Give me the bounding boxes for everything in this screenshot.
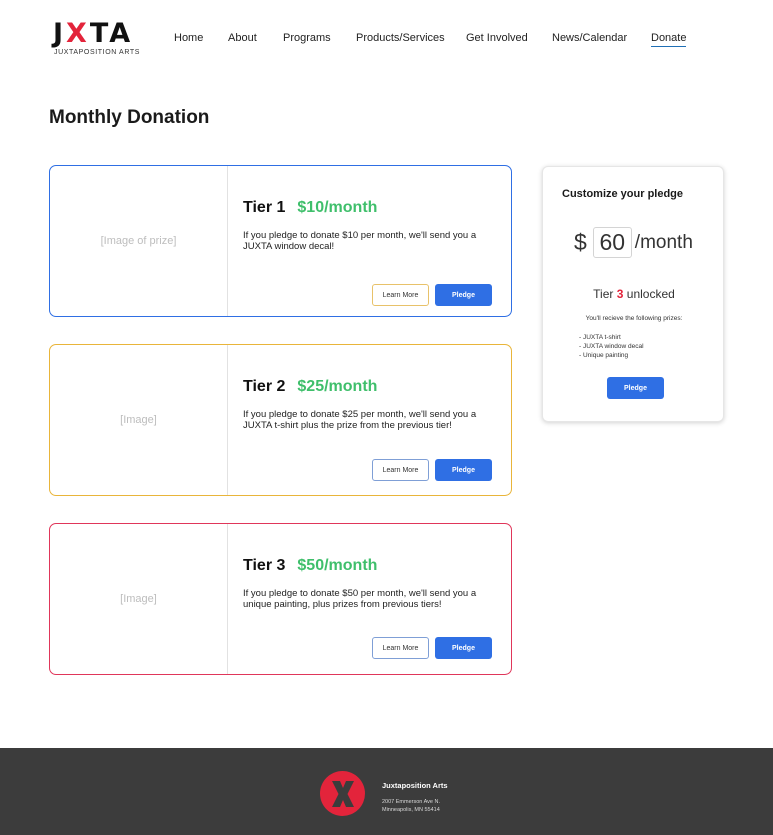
nav-news-calendar[interactable]: News/Calendar — [552, 32, 627, 44]
tier-card-3: [Image] Tier 3 $50/month If you pledge t… — [49, 523, 512, 675]
tier-name: Tier 3 — [243, 557, 286, 574]
tier-price: $25/month — [297, 378, 378, 395]
list-item: - Unique painting — [579, 352, 629, 359]
tier-name: Tier 2 — [243, 378, 286, 395]
site-footer: Juxtaposition Arts 2007 Emmerson Ave N. … — [0, 748, 773, 835]
tier-heading: Tier 3 $50/month — [243, 557, 377, 575]
footer-org-name: Juxtaposition Arts — [382, 781, 448, 790]
learn-more-button[interactable]: Learn More — [372, 637, 429, 659]
unlocked-tier-number: 3 — [616, 287, 624, 301]
tier-heading: Tier 2 $25/month — [243, 378, 377, 396]
customize-pledge-panel: Customize your pledge $ /month Tier 3 un… — [542, 166, 724, 422]
tier-price: $10/month — [297, 199, 378, 216]
pledge-button[interactable]: Pledge — [435, 637, 492, 659]
nav-donate[interactable]: Donate — [651, 32, 687, 47]
tier-description: If you pledge to donate $25 per month, w… — [243, 409, 477, 431]
currency-symbol: $ — [574, 229, 587, 255]
page-title: Monthly Donation — [49, 107, 210, 128]
nav-home[interactable]: Home — [174, 32, 203, 44]
tier-body: Tier 3 $50/month If you pledge to donate… — [228, 524, 511, 674]
nav-about[interactable]: About — [228, 32, 257, 44]
learn-more-button[interactable]: Learn More — [372, 284, 429, 306]
nav-programs[interactable]: Programs — [283, 32, 331, 44]
footer-address-line-1: 2007 Emmerson Ave N. — [382, 799, 440, 805]
learn-more-button[interactable]: Learn More — [372, 459, 429, 481]
nav-products-services[interactable]: Products/Services — [356, 32, 445, 44]
footer-logo[interactable] — [320, 771, 365, 816]
tier-description: If you pledge to donate $10 per month, w… — [243, 230, 477, 252]
tier-image-placeholder: [Image] — [50, 345, 228, 495]
pledge-button[interactable]: Pledge — [435, 284, 492, 306]
pledge-button[interactable]: Pledge — [607, 377, 664, 399]
main-nav: Home About Programs Products/Services Ge… — [0, 32, 773, 52]
tier-card-2: [Image] Tier 2 $25/month If you pledge t… — [49, 344, 512, 496]
tier-card-1: [Image of prize] Tier 1 $10/month If you… — [49, 165, 512, 317]
prize-list: - JUXTA t-shirt - JUXTA window decal - U… — [579, 333, 644, 360]
tier-image-placeholder: [Image of prize] — [50, 166, 228, 316]
tier-description: If you pledge to donate $50 per month, w… — [243, 588, 477, 610]
nav-get-involved[interactable]: Get Involved — [466, 32, 528, 44]
pledge-button[interactable]: Pledge — [435, 459, 492, 481]
prizes-intro: You'll recieve the following prizes: — [585, 315, 683, 322]
tier-price: $50/month — [297, 557, 378, 574]
x-logo-icon — [331, 780, 354, 807]
tier-image-placeholder: [Image] — [50, 524, 228, 674]
customize-title: Customize your pledge — [562, 188, 684, 200]
list-item: - JUXTA t-shirt — [579, 334, 621, 341]
tier-name: Tier 1 — [243, 199, 286, 216]
tier-heading: Tier 1 $10/month — [243, 199, 377, 217]
tier-body: Tier 1 $10/month If you pledge to donate… — [228, 166, 511, 316]
amount-row: $ /month — [574, 227, 693, 258]
tier-body: Tier 2 $25/month If you pledge to donate… — [228, 345, 511, 495]
per-month-label: /month — [634, 231, 693, 253]
footer-address-line-2: Minneapolis, MN 55414 — [382, 807, 440, 813]
tier-unlocked-status: Tier 3 unlocked — [593, 287, 675, 301]
list-item: - JUXTA window decal — [579, 343, 644, 350]
pledge-amount-input[interactable] — [592, 227, 632, 258]
